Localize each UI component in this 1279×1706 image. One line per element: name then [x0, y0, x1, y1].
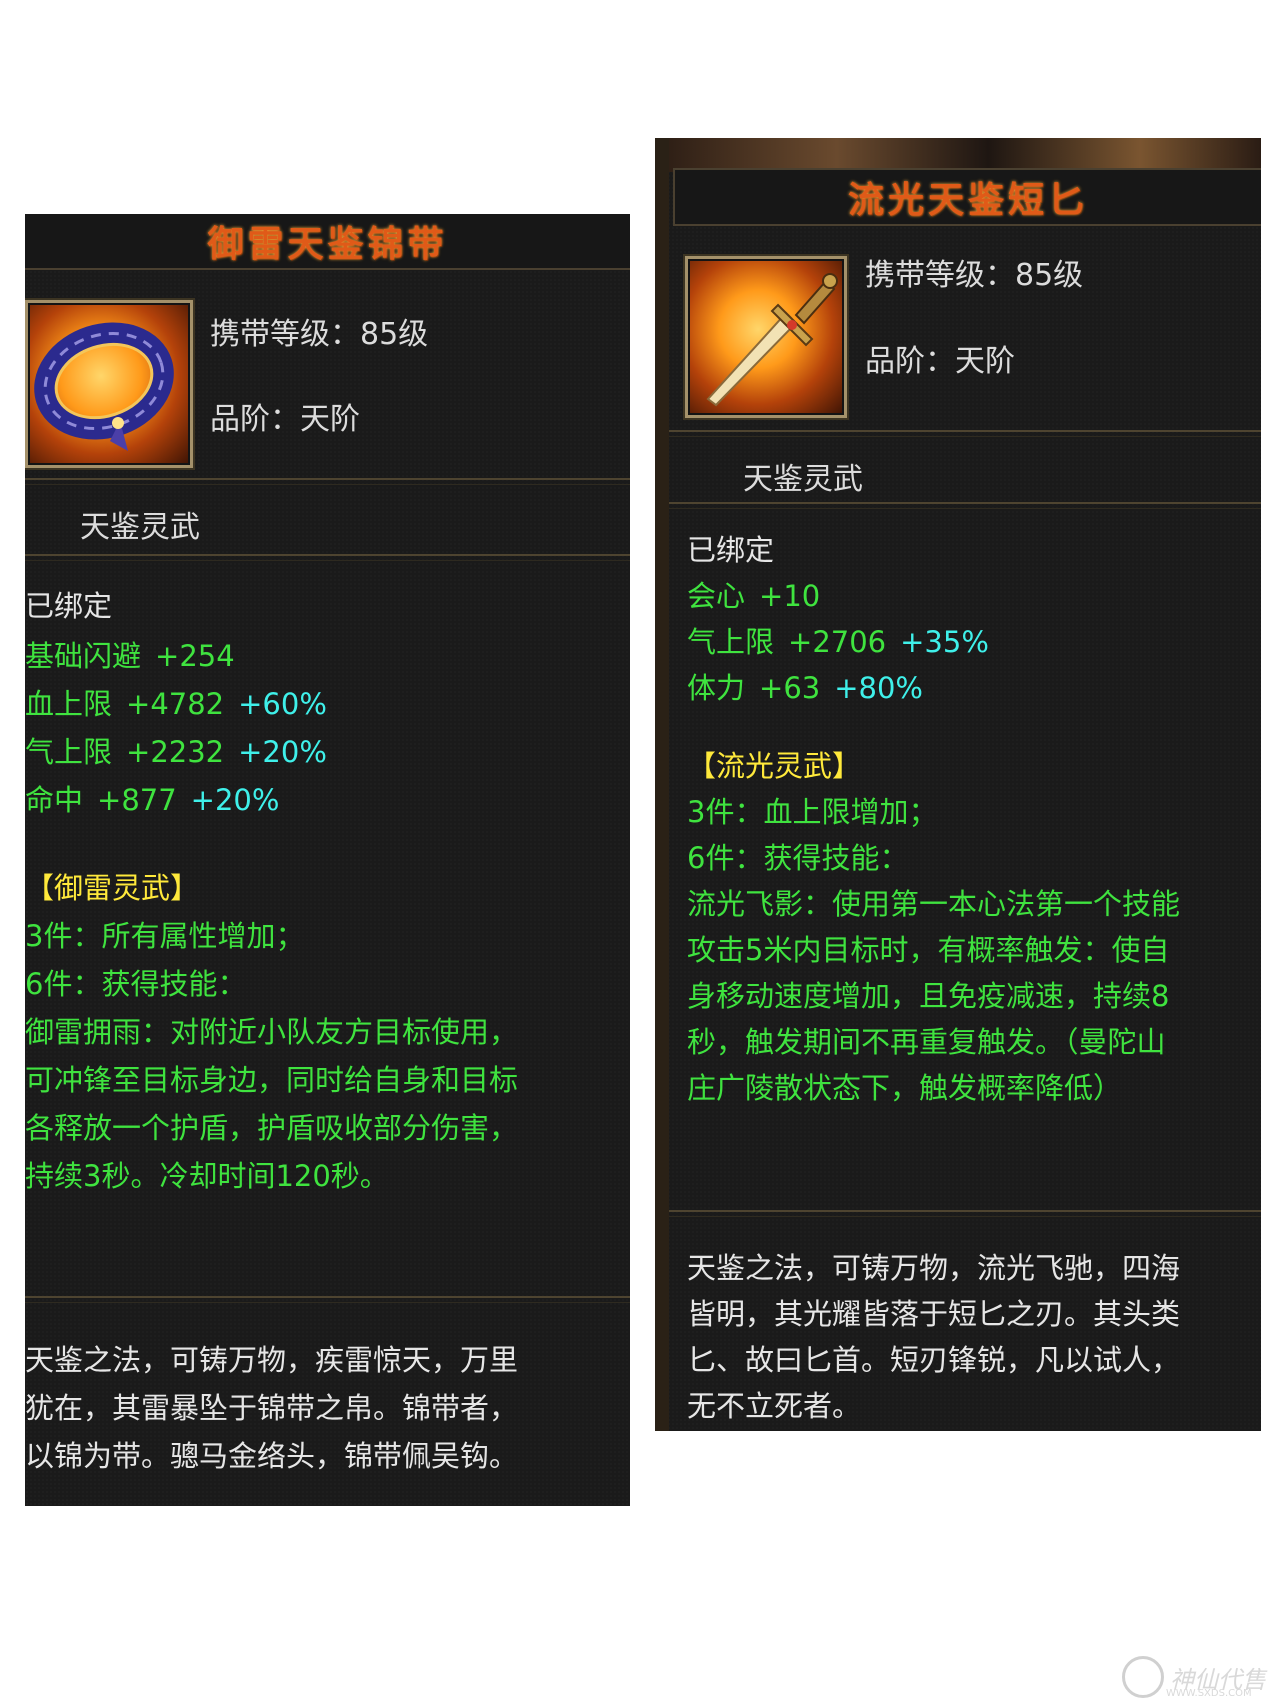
stat-value: +2232 — [126, 735, 225, 769]
stat-line: 气上限 +2706 +35% — [687, 628, 1003, 657]
description-line: 犹在，其雷暴坠于锦带之帛。锦带者， — [25, 1391, 519, 1425]
item-tooltip-right: 流光天鉴短匕 携带等级：85级 品阶：天阶 天鉴灵武 已绑定 会心 +10 气上限… — [655, 138, 1261, 1431]
set-effect: 御雷拥雨：对附近小队友方目标使用， — [25, 1015, 519, 1049]
divider — [669, 430, 1261, 437]
stat-name: 气上限 — [25, 735, 113, 769]
set-effect: 流光飞影：使用第一本心法第一个技能 — [687, 887, 1181, 921]
set-effect: 庄广陵散状态下，触发概率降低） — [687, 1071, 1123, 1105]
window-frame-top — [655, 138, 1261, 172]
stat-name: 体力 — [687, 671, 746, 705]
item-subtype: 天鉴灵武 — [80, 510, 200, 545]
description-line: 天鉴之法，可铸万物，流光飞驰，四海 — [687, 1251, 1181, 1285]
item-title: 御雷天鉴锦带 — [25, 214, 630, 270]
stat-line: 基础闪避 +254 — [25, 642, 263, 671]
dagger-icon — [683, 254, 849, 420]
description-line: 皆明，其光耀皆落于短匕之刃。其头类 — [687, 1297, 1181, 1331]
set-effect: 3件：所有属性增加； — [25, 919, 305, 953]
item-tooltip-left: 御雷天鉴锦带 携带等级：85级 品阶：天阶 天鉴灵武 已绑定 基础闪避 +254 … — [25, 214, 630, 1506]
stat-percent: +20% — [190, 783, 280, 817]
divider — [25, 554, 630, 561]
mascot-logo-icon — [1122, 1656, 1164, 1698]
stat-percent: +60% — [238, 687, 327, 721]
stat-name: 基础闪避 — [25, 639, 142, 673]
stat-name: 血上限 — [25, 687, 113, 721]
set-effect: 身移动速度增加，且免疫减速，持续8 — [687, 979, 1170, 1013]
stat-line: 气上限 +2232 +20% — [25, 738, 341, 767]
stat-value: +877 — [97, 783, 177, 817]
window-frame-left — [655, 138, 669, 1431]
set-effect: 各释放一个护盾，护盾吸收部分伤害， — [25, 1111, 519, 1145]
set-effect: 持续3秒。冷却时间120秒。 — [25, 1159, 389, 1193]
bound-status: 已绑定 — [25, 589, 113, 623]
watermark-url: WWW.SXDS.COM — [1166, 1688, 1252, 1699]
description-line: 无不立死者。 — [687, 1389, 862, 1423]
stat-value: +10 — [759, 579, 821, 613]
divider — [25, 1296, 630, 1303]
description-line: 以锦为带。骢马金络头，锦带佩吴钩。 — [25, 1439, 519, 1473]
stat-name: 命中 — [25, 783, 84, 817]
grade: 品阶：天阶 — [865, 344, 1015, 379]
jade-belt-icon — [34, 322, 174, 451]
bound-status: 已绑定 — [687, 533, 775, 567]
stat-value: +254 — [155, 639, 235, 673]
watermark: 神仙代售 WWW.SXDS.COM — [1122, 1652, 1272, 1702]
stat-percent: +80% — [834, 671, 923, 705]
stat-line: 会心 +10 — [687, 582, 848, 611]
stat-line: 体力 +63 +80% — [687, 674, 937, 703]
description-line: 天鉴之法，可铸万物，疾雷惊天，万里 — [25, 1343, 519, 1377]
stat-name: 会心 — [687, 579, 746, 613]
set-effect: 可冲锋至目标身边，同时给自身和目标 — [25, 1063, 519, 1097]
stat-line: 血上限 +4782 +60% — [25, 690, 341, 719]
description-line: 匕、故曰匕首。短刃锋锐，凡以试人， — [687, 1343, 1181, 1377]
set-effect: 秒，触发期间不再重复触发。（曼陀山 — [687, 1025, 1166, 1059]
stat-line: 命中 +877 +20% — [25, 786, 293, 815]
jade-belt-icon — [25, 298, 195, 470]
stat-value: +63 — [759, 671, 821, 705]
divider — [669, 1210, 1261, 1217]
set-effect: 3件：血上限增加； — [687, 795, 938, 829]
dagger-icon — [706, 273, 838, 407]
set-effect: 攻击5米内目标时，有概率触发：使自 — [687, 933, 1170, 967]
carry-level: 携带等级：85级 — [210, 317, 429, 352]
item-subtype: 天鉴灵武 — [743, 462, 863, 497]
divider — [669, 502, 1261, 509]
stat-name: 气上限 — [687, 625, 775, 659]
stat-value: +2706 — [788, 625, 887, 659]
stat-percent: +35% — [900, 625, 989, 659]
set-name: 【御雷灵武】 — [25, 871, 200, 905]
grade: 品阶：天阶 — [210, 402, 360, 437]
stat-value: +4782 — [126, 687, 225, 721]
set-name: 【流光灵武】 — [687, 749, 862, 783]
divider — [25, 478, 630, 485]
carry-level: 携带等级：85级 — [865, 258, 1084, 293]
set-effect: 6件：获得技能： — [687, 841, 909, 875]
item-title: 流光天鉴短匕 — [673, 168, 1261, 226]
set-effect: 6件：获得技能： — [25, 967, 247, 1001]
stat-percent: +20% — [238, 735, 327, 769]
